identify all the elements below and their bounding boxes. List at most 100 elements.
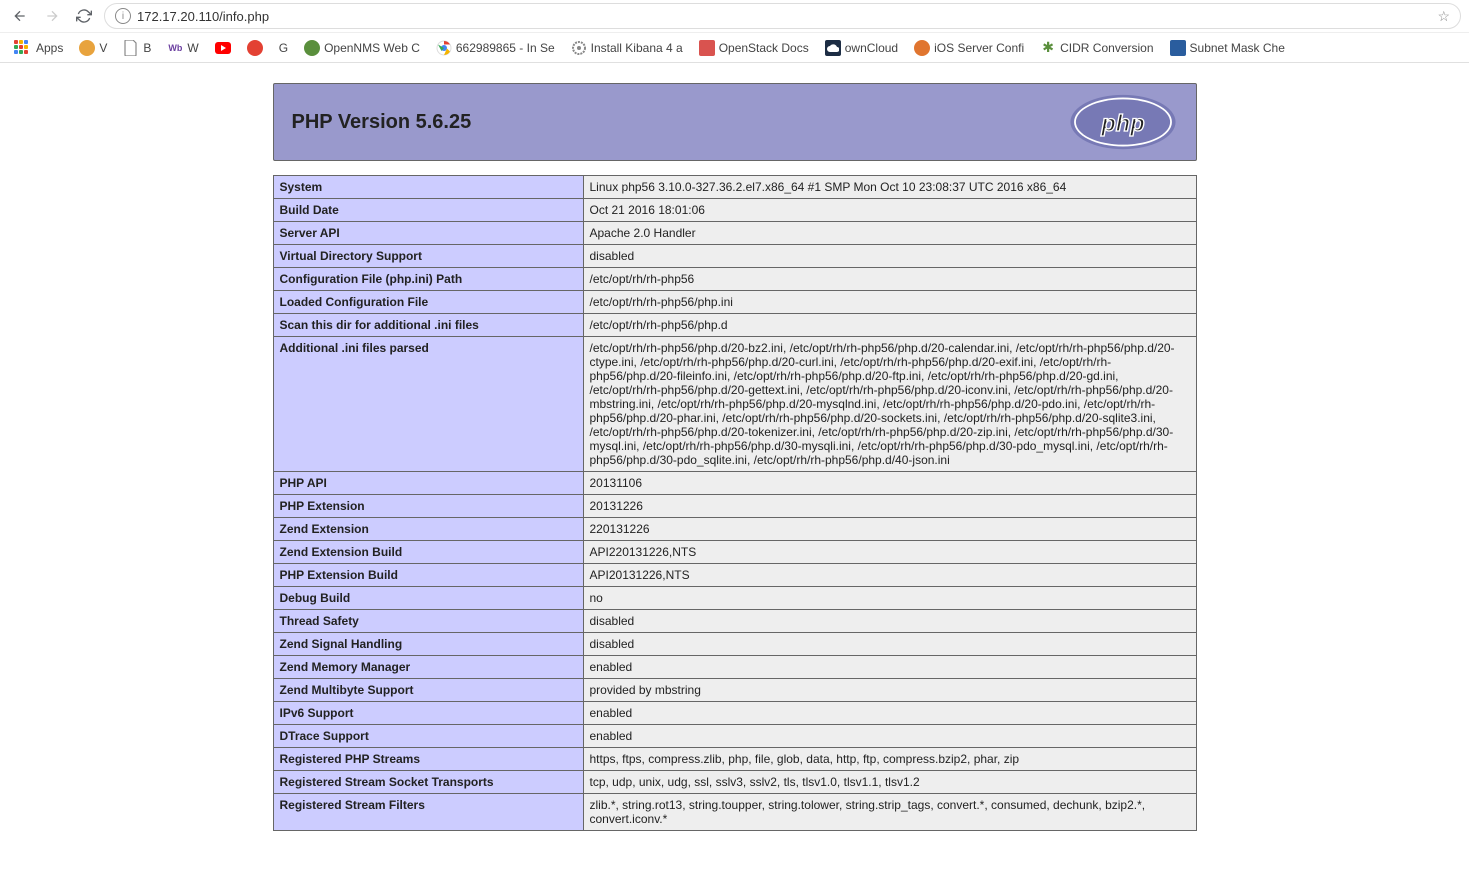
bookmark-item[interactable]: iOS Server Confi — [908, 37, 1030, 59]
config-key: Server API — [273, 222, 583, 245]
bookmark-label: OpenStack Docs — [719, 41, 809, 55]
config-key: Registered Stream Socket Transports — [273, 771, 583, 794]
config-key: Configuration File (php.ini) Path — [273, 268, 583, 291]
bookmark-item[interactable]: OpenStack Docs — [693, 37, 815, 59]
url-bar[interactable]: i 172.17.20.110/info.php ☆ — [104, 3, 1461, 29]
table-row: Thread Safetydisabled — [273, 610, 1196, 633]
config-value: 20131226 — [583, 495, 1196, 518]
table-row: SystemLinux php56 3.10.0-327.36.2.el7.x8… — [273, 176, 1196, 199]
table-row: Loaded Configuration File/etc/opt/rh/rh-… — [273, 291, 1196, 314]
bookmark-star-icon[interactable]: ☆ — [1437, 8, 1450, 25]
table-row: Zend Signal Handlingdisabled — [273, 633, 1196, 656]
config-key: Zend Multibyte Support — [273, 679, 583, 702]
config-value: /etc/opt/rh/rh-php56/php.d — [583, 314, 1196, 337]
config-key: Zend Memory Manager — [273, 656, 583, 679]
cloud-icon — [825, 40, 841, 56]
table-row: PHP Extension BuildAPI20131226,NTS — [273, 564, 1196, 587]
table-row: Zend Memory Managerenabled — [273, 656, 1196, 679]
config-value: /etc/opt/rh/rh-php56/php.d/20-bz2.ini, /… — [583, 337, 1196, 472]
config-key: Zend Extension — [273, 518, 583, 541]
bookmark-item[interactable] — [209, 37, 237, 59]
bookmark-item[interactable]: Install Kibana 4 a — [565, 37, 689, 59]
config-key: IPv6 Support — [273, 702, 583, 725]
config-key: Registered Stream Filters — [273, 794, 583, 831]
apps-button[interactable]: Apps — [8, 37, 69, 59]
circle-icon — [304, 40, 320, 56]
reload-button[interactable] — [72, 4, 96, 28]
bookmark-item[interactable]: ✱CIDR Conversion — [1034, 37, 1159, 59]
bookmark-item[interactable]: WbW — [161, 37, 204, 59]
table-row: Server APIApache 2.0 Handler — [273, 222, 1196, 245]
config-key: Build Date — [273, 199, 583, 222]
php-version-title: PHP Version 5.6.25 — [292, 111, 472, 134]
bookmark-item[interactable]: ownCloud — [819, 37, 904, 59]
config-value: Oct 21 2016 18:01:06 — [583, 199, 1196, 222]
table-row: Configuration File (php.ini) Path/etc/op… — [273, 268, 1196, 291]
config-value: disabled — [583, 610, 1196, 633]
bookmark-label: OpenNMS Web C — [324, 41, 420, 55]
bookmark-item[interactable]: G — [273, 38, 294, 58]
config-key: DTrace Support — [273, 725, 583, 748]
bookmark-item[interactable]: B — [117, 37, 157, 59]
config-value: no — [583, 587, 1196, 610]
table-row: Scan this dir for additional .ini files/… — [273, 314, 1196, 337]
bookmark-item[interactable]: 662989865 - In Se — [430, 37, 561, 59]
config-value: zlib.*, string.rot13, string.toupper, st… — [583, 794, 1196, 831]
config-value: enabled — [583, 656, 1196, 679]
page-content: PHP Version 5.6.25 php SystemLinux php56… — [0, 63, 1469, 871]
bookmark-item[interactable]: V — [73, 37, 113, 59]
table-row: Registered Stream Socket Transportstcp, … — [273, 771, 1196, 794]
config-key: PHP Extension — [273, 495, 583, 518]
config-key: Scan this dir for additional .ini files — [273, 314, 583, 337]
table-row: Registered PHP Streamshttps, ftps, compr… — [273, 748, 1196, 771]
bookmark-label: B — [143, 41, 151, 55]
config-value: Linux php56 3.10.0-327.36.2.el7.x86_64 #… — [583, 176, 1196, 199]
config-value: enabled — [583, 725, 1196, 748]
table-row: Zend Extension220131226 — [273, 518, 1196, 541]
back-button[interactable] — [8, 4, 32, 28]
arrow-left-icon — [12, 8, 28, 24]
config-value: disabled — [583, 245, 1196, 268]
bookmark-item[interactable] — [241, 37, 269, 59]
arrow-right-icon — [44, 8, 60, 24]
bookmark-item[interactable]: Subnet Mask Che — [1164, 37, 1291, 59]
php-logo: php — [1068, 93, 1178, 151]
bookmark-item[interactable]: OpenNMS Web C — [298, 37, 426, 59]
apps-icon — [14, 40, 30, 56]
config-key: PHP Extension Build — [273, 564, 583, 587]
table-row: Zend Extension BuildAPI220131226,NTS — [273, 541, 1196, 564]
config-key: Virtual Directory Support — [273, 245, 583, 268]
config-value: /etc/opt/rh/rh-php56 — [583, 268, 1196, 291]
config-key: Zend Signal Handling — [273, 633, 583, 656]
config-value: API220131226,NTS — [583, 541, 1196, 564]
reload-icon — [76, 8, 92, 24]
phpinfo-container: PHP Version 5.6.25 php SystemLinux php56… — [273, 83, 1197, 831]
table-row: Additional .ini files parsed/etc/opt/rh/… — [273, 337, 1196, 472]
table-row: Virtual Directory Supportdisabled — [273, 245, 1196, 268]
bookmarks-bar: AppsV B WbW G OpenNMS Web C 662989865 - In Se… — [0, 32, 1469, 62]
table-row: Zend Multibyte Supportprovided by mbstri… — [273, 679, 1196, 702]
config-key: System — [273, 176, 583, 199]
wb-icon: Wb — [167, 40, 183, 56]
site-info-icon[interactable]: i — [115, 8, 131, 24]
url-text: 172.17.20.110/info.php — [137, 9, 1429, 24]
config-key: Thread Safety — [273, 610, 583, 633]
document-icon — [123, 40, 139, 56]
table-row: Registered Stream Filterszlib.*, string.… — [273, 794, 1196, 831]
youtube-icon — [215, 40, 231, 56]
bookmark-label: G — [279, 41, 288, 55]
config-value: provided by mbstring — [583, 679, 1196, 702]
nav-bar: i 172.17.20.110/info.php ☆ — [0, 0, 1469, 32]
config-key: PHP API — [273, 472, 583, 495]
forward-button[interactable] — [40, 4, 64, 28]
bookmark-label: Subnet Mask Che — [1190, 41, 1285, 55]
config-value: 20131106 — [583, 472, 1196, 495]
config-key: Additional .ini files parsed — [273, 337, 583, 472]
config-value: API20131226,NTS — [583, 564, 1196, 587]
config-value: 220131226 — [583, 518, 1196, 541]
bug-icon: ✱ — [1040, 40, 1056, 56]
config-key: Loaded Configuration File — [273, 291, 583, 314]
circle-icon — [914, 40, 930, 56]
config-value: /etc/opt/rh/rh-php56/php.ini — [583, 291, 1196, 314]
bookmark-label: 662989865 - In Se — [456, 41, 555, 55]
